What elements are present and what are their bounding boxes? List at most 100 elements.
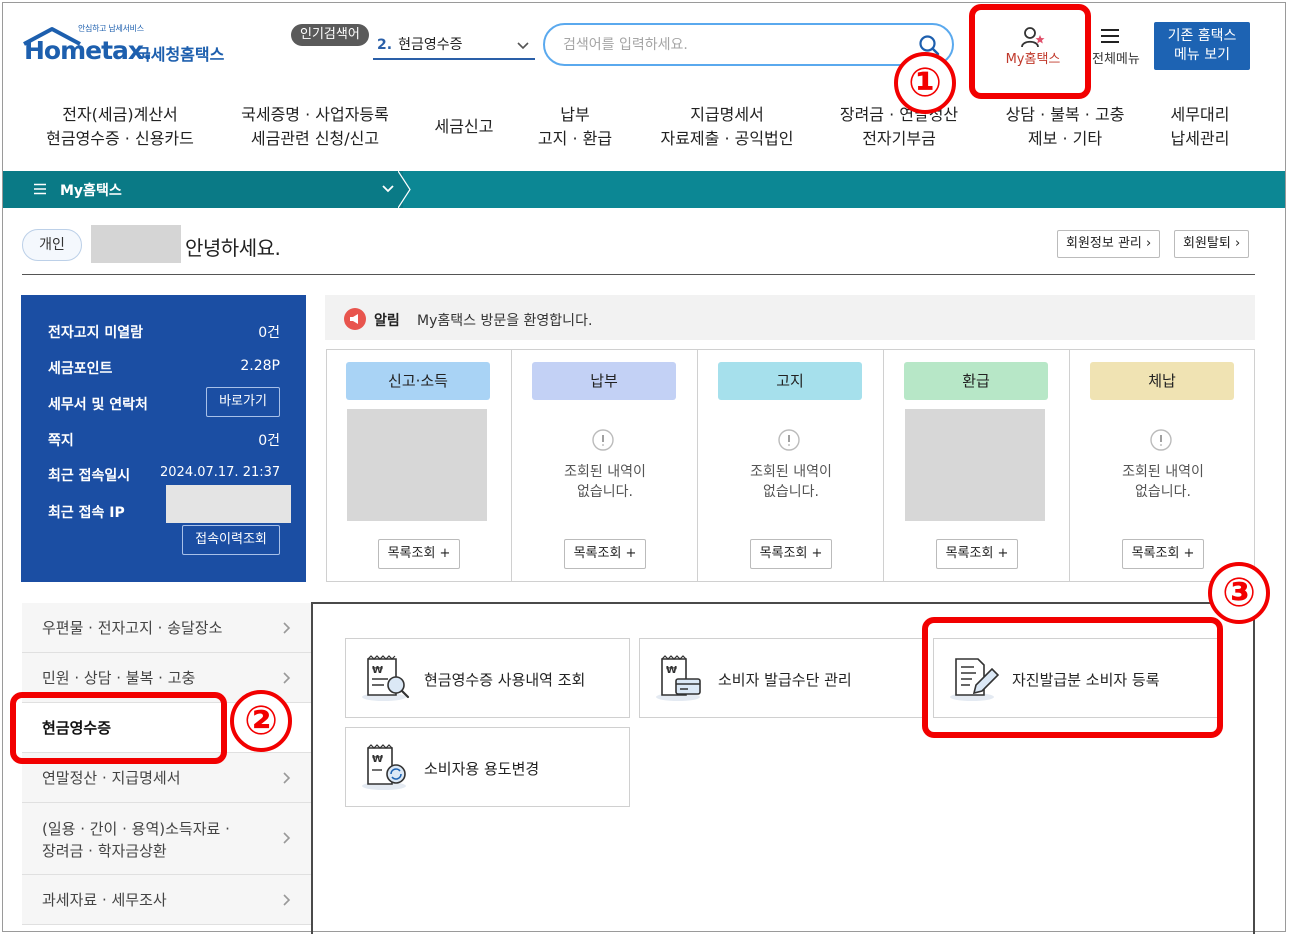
member-info-label: 회원정보 관리 (1066, 236, 1142, 251)
megaphone-icon (344, 308, 366, 330)
receipt-search-icon: ₩ (362, 655, 410, 701)
chevron-right-icon (283, 832, 291, 844)
annotation-box-self-issued (922, 617, 1223, 738)
popular-search-select[interactable]: 2. 현금영수증 (373, 32, 535, 60)
info-label: 세금포인트 (48, 361, 113, 377)
gnb-line1: 세금신고 (434, 117, 494, 136)
popular-rank: 2. (377, 37, 393, 53)
gnb-line2: 제보 · 기타 (1027, 129, 1103, 148)
chevron-right-icon: › (1146, 236, 1152, 251)
tax-office-shortcut-button[interactable]: 바로가기 (206, 387, 280, 417)
notice-label: 알림 (374, 313, 400, 329)
hometax-logo[interactable]: 안심하고 납세서비스 Hometax. 국세청홈택스 (22, 22, 232, 70)
search-input[interactable] (563, 35, 903, 55)
gnb-item-certificate[interactable]: 국세증명 · 사업자등록 세금관련 신청/신고 (230, 103, 400, 151)
login-history-button[interactable]: 접속이력조회 (182, 525, 280, 555)
info-circle-icon (778, 429, 800, 451)
popular-search-badge: 인기검색어 (291, 24, 369, 46)
hamburger-icon (1101, 29, 1119, 43)
annotation-box-cash-receipt (10, 692, 227, 764)
member-info-button[interactable]: 회원정보 관리 › (1057, 230, 1161, 258)
info-label: 세무서 및 연락처 (48, 397, 148, 413)
gnb-item-consultation[interactable]: 상담 · 불복 · 고충 제보 · 기타 (995, 103, 1135, 151)
notice-text: My홈택스 방문을 환영합니다. (417, 313, 593, 329)
gnb-line2: 자료제출 · 공익법인 (660, 129, 794, 148)
info-value[interactable]: 2.28P (200, 358, 280, 374)
service-label: 소비자 발급수단 관리 (718, 671, 852, 689)
gnb-line1: 지급명세서 (690, 105, 764, 124)
gnb-line2: 현금영수증 · 신용카드 (46, 129, 194, 148)
all-menu-button[interactable]: 전체메뉴 (1086, 24, 1144, 70)
empty-message: 조회된 내역이 없습니다. (564, 464, 646, 500)
annotation-number-one: ① (894, 52, 956, 114)
gnb-line2: 세금관련 신청/신고 (250, 129, 380, 148)
gnb-line1: 상담 · 불복 · 고충 (1005, 105, 1125, 124)
info-label: 전자고지 미열람 (48, 325, 144, 341)
chevron-down-icon (382, 185, 394, 193)
chevron-right-icon (283, 622, 291, 634)
annotation-box-my-hometax (969, 4, 1091, 99)
logo-wordmark: Hometax. (24, 36, 153, 65)
old-menu-button[interactable]: 기존 홈택스 메뉴 보기 (1154, 22, 1250, 70)
list-view-button[interactable]: 목록조회 + (378, 539, 460, 569)
side-menu-item-tax-data[interactable]: 과세자료 · 세무조사 (22, 875, 311, 925)
ip-redacted (166, 485, 291, 523)
side-menu-label: (일용 · 간이 · 용역)소득자료 · (42, 820, 230, 838)
receipt-card-icon: ₩ (656, 655, 701, 701)
gnb-item-statement[interactable]: 지급명세서 자료제출 · 공익법인 (648, 103, 806, 151)
chevron-right-icon (283, 772, 291, 784)
summary-redacted (905, 409, 1045, 521)
info-value[interactable]: 0건 (200, 430, 280, 450)
chevron-down-icon (517, 42, 529, 50)
gnb-item-tax-agent[interactable]: 세무대리 납세관리 (1155, 103, 1245, 151)
list-view-button[interactable]: 목록조회 + (564, 539, 646, 569)
summary-column-arrears: 체납 조회된 내역이 없습니다. 목록조회 + (1070, 349, 1256, 582)
side-menu-label: 우편물 · 전자고지 · 송달장소 (42, 619, 223, 637)
side-menu-item-income-data[interactable]: (일용 · 간이 · 용역)소득자료 · 장려금 · 학자금상환 (22, 803, 311, 875)
gnb-line1: 세무대리 (1170, 105, 1230, 124)
summary-tag: 체납 (1090, 362, 1234, 400)
side-menu-item-mail[interactable]: 우편물 · 전자고지 · 송달장소 (22, 603, 311, 653)
info-value: 2024.07.17. 21:37 (160, 465, 281, 480)
summary-tag: 신고·소득 (346, 362, 490, 400)
list-view-button[interactable]: 목록조회 + (936, 539, 1018, 569)
divider (22, 274, 1255, 275)
gnb-item-payment[interactable]: 납부 고지 · 환급 (525, 103, 625, 151)
svg-text:₩: ₩ (372, 754, 383, 765)
side-menu-label: 민원 · 상담 · 불복 · 고충 (42, 669, 196, 687)
user-name-redacted (91, 225, 181, 263)
logo-tagline: 안심하고 납세서비스 (78, 24, 144, 33)
gnb-item-e-invoice[interactable]: 전자(세금)계산서 현금영수증 · 신용카드 (40, 103, 200, 151)
side-menu-label: 연말정산 · 지급명세서 (42, 769, 181, 787)
side-menu-label: 장려금 · 학자금상환 (42, 842, 167, 860)
info-value[interactable]: 0건 (200, 322, 280, 342)
list-view-button[interactable]: 목록조회 + (750, 539, 832, 569)
gnb-item-incentive[interactable]: 장려금 · 연말정산 전자기부금 (828, 103, 970, 151)
withdraw-button[interactable]: 회원탈퇴 › (1174, 230, 1250, 258)
logo-name: 국세청홈택스 (136, 45, 225, 64)
service-card-issuance-means[interactable]: ₩ 소비자 발급수단 관리 (639, 638, 924, 718)
gnb-line2: 납세관리 (1170, 129, 1230, 148)
svg-text:₩: ₩ (666, 665, 677, 676)
gnb-line1: 전자(세금)계산서 (62, 105, 178, 124)
service-card-usage-inquiry[interactable]: ₩ 현금영수증 사용내역 조회 (345, 638, 630, 718)
list-view-button[interactable]: 목록조회 + (1122, 539, 1204, 569)
empty-message: 조회된 내역이 없습니다. (1122, 464, 1204, 500)
greeting-text: 안녕하세요. (185, 236, 281, 260)
summary-redacted (347, 409, 487, 521)
breadcrumb-separator-icon (398, 171, 411, 208)
chevron-right-icon (283, 672, 291, 684)
summary-column-filing: 신고·소득 목록조회 + (326, 349, 512, 582)
summary-tag: 납부 (532, 362, 676, 400)
gnb-item-tax-filing[interactable]: 세금신고 (420, 115, 508, 139)
gnb-line1: 납부 (560, 105, 590, 124)
empty-message: 조회된 내역이 없습니다. (750, 464, 832, 500)
service-card-purpose-change[interactable]: ₩ 소비자용 용도변경 (345, 727, 630, 807)
gnb-line2: 전자기부금 (862, 129, 936, 148)
info-label: 쪽지 (48, 433, 74, 449)
summary-column-payment: 납부 조회된 내역이 없습니다. 목록조회 + (512, 349, 698, 582)
chevron-right-icon: › (1234, 236, 1241, 251)
receipt-refresh-icon: ₩ (362, 744, 406, 790)
summary-column-notice: 고지 조회된 내역이 없습니다. 목록조회 + (698, 349, 884, 582)
gnb-line1: 장려금 · 연말정산 (839, 105, 959, 124)
